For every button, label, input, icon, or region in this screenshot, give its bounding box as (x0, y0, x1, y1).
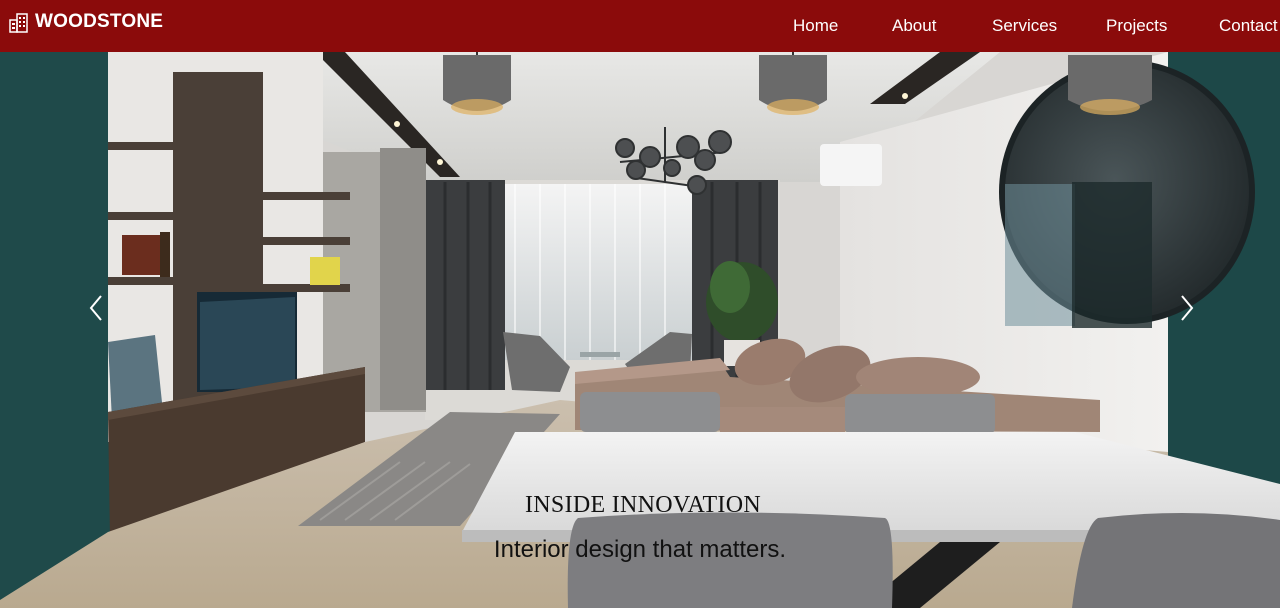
nav-services[interactable]: Services (992, 15, 1057, 37)
hero-image (0, 52, 1280, 608)
hero-subtitle: Interior design that matters. (493, 536, 787, 563)
hero-title: INSIDE INNOVATION (525, 492, 761, 518)
carousel-prev-button[interactable] (76, 288, 116, 328)
brand-name: WOODSTONE (35, 11, 164, 32)
carousel-next-button[interactable] (1167, 288, 1207, 328)
nav-home[interactable]: Home (793, 15, 838, 37)
chevron-left-icon (89, 295, 102, 321)
nav-contact[interactable]: Contact (1219, 15, 1278, 37)
chevron-right-icon (1181, 295, 1194, 321)
brand-logo[interactable]: WOODSTONE (9, 11, 163, 33)
nav-about[interactable]: About (892, 15, 936, 37)
hero-carousel: INSIDE INNOVATION Interior design that m… (0, 52, 1280, 608)
nav-projects[interactable]: Projects (1106, 15, 1167, 37)
navbar: WOODSTONE Home About Services Projects C… (0, 0, 1280, 52)
building-icon (9, 12, 28, 33)
